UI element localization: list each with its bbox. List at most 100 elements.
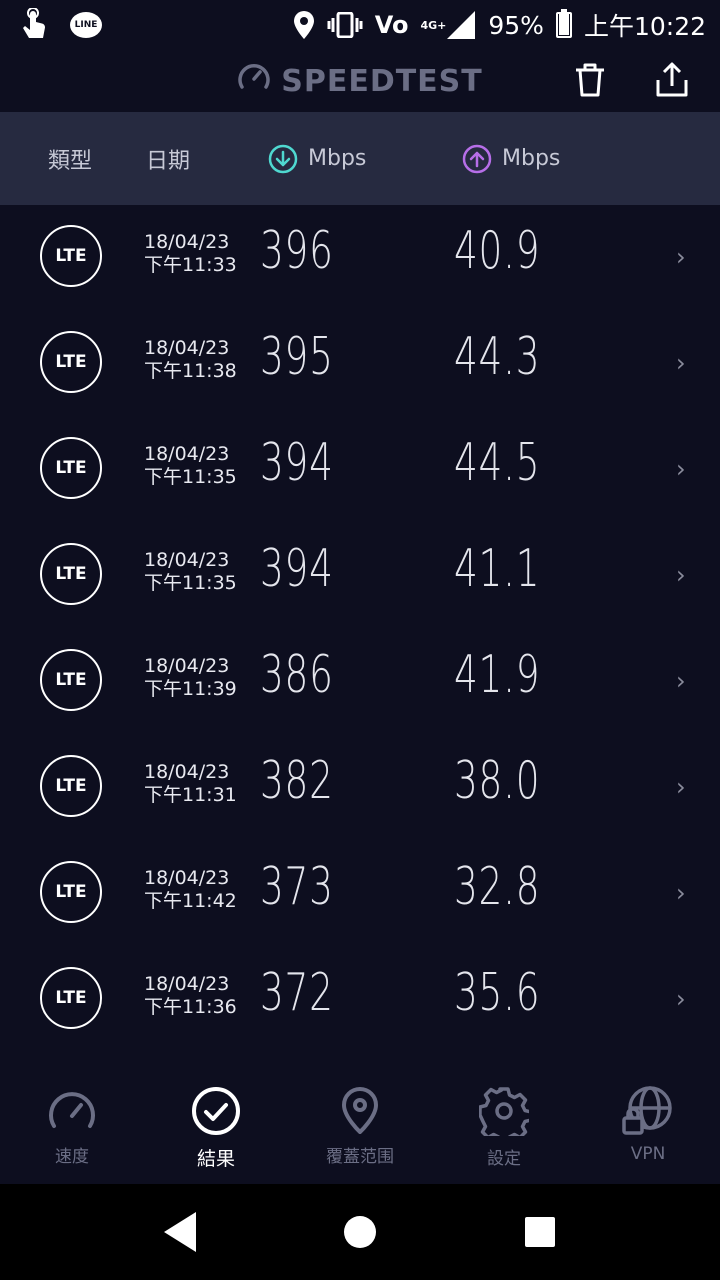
nav-coverage[interactable]: 覆蓋范围	[288, 1070, 432, 1184]
result-date: 18/04/23	[144, 655, 230, 677]
result-row[interactable]: LTE 18/04/23 下午11:31 382 38.0 ›	[0, 735, 720, 841]
chevron-right-icon: ›	[676, 455, 686, 483]
map-pin-icon	[341, 1086, 379, 1134]
battery-level	[558, 14, 569, 35]
result-datetime: 18/04/23 下午11:35	[144, 443, 237, 489]
result-datetime: 18/04/23 下午11:36	[144, 973, 237, 1019]
network-type: 4G+	[420, 18, 447, 32]
gear-icon	[479, 1087, 529, 1136]
upload-value: 32.8	[454, 857, 541, 917]
nav-vpn[interactable]: VPN	[576, 1070, 720, 1184]
chevron-right-icon: ›	[676, 561, 686, 589]
result-time: 下午11:42	[144, 890, 237, 912]
upload-value: 41.1	[454, 539, 541, 599]
vpn-globe-lock-icon	[622, 1086, 672, 1135]
result-time: 下午11:31	[144, 784, 237, 806]
home-circle-icon	[344, 1216, 376, 1248]
result-datetime: 18/04/23 下午11:38	[144, 337, 237, 383]
line-label: LINE	[70, 12, 102, 38]
result-date: 18/04/23	[144, 231, 230, 253]
recents-button[interactable]	[510, 1202, 570, 1262]
download-icon	[268, 144, 298, 173]
status-bar: LINE Vo 4G+ 95% 上午10:22	[0, 0, 720, 50]
download-value: 395	[260, 327, 334, 387]
result-date: 18/04/23	[144, 867, 230, 889]
column-type[interactable]: 類型	[48, 143, 92, 175]
clock: 上午10:22	[583, 12, 706, 41]
result-time: 下午11:36	[144, 996, 237, 1018]
app-header: SPEEDTEST	[0, 50, 720, 112]
bottom-navigation: 速度 結果 覆蓋范围 設定 VPN	[0, 1070, 720, 1184]
back-button[interactable]	[150, 1202, 210, 1262]
column-date-label: 日期	[146, 148, 191, 174]
chevron-right-icon: ›	[676, 985, 686, 1013]
result-time: 下午11:35	[144, 466, 237, 488]
home-button[interactable]	[330, 1202, 390, 1262]
vibrate-icon	[327, 12, 363, 38]
result-row[interactable]: LTE 18/04/23 下午11:42 373 32.8 ›	[0, 841, 720, 947]
chevron-right-icon: ›	[676, 667, 686, 695]
result-row[interactable]: LTE 18/04/23 下午11:39 386 41.9 ›	[0, 629, 720, 735]
back-triangle-icon	[164, 1212, 196, 1252]
results-list: LTE 18/04/23 下午11:33 396 40.9 › LTE 18/04…	[0, 205, 720, 1053]
nav-speed[interactable]: 速度	[0, 1070, 144, 1184]
result-row[interactable]: LTE 18/04/23 下午11:38 395 44.3 ›	[0, 311, 720, 417]
result-datetime: 18/04/23 下午11:42	[144, 867, 237, 913]
volte-indicator: Vo	[374, 11, 409, 39]
result-row[interactable]: LTE 18/04/23 下午11:36 372 35.6 ›	[0, 947, 720, 1053]
result-datetime: 18/04/23 下午11:35	[144, 549, 237, 595]
result-time: 下午11:39	[144, 678, 237, 700]
share-icon	[656, 62, 688, 97]
app-title: SPEEDTEST	[281, 63, 483, 99]
column-upload[interactable]: Mbps	[462, 144, 560, 174]
chevron-right-icon: ›	[676, 773, 686, 801]
upload-value: 44.3	[454, 327, 541, 387]
result-date: 18/04/23	[144, 549, 230, 571]
chevron-right-icon: ›	[676, 879, 686, 907]
result-datetime: 18/04/23 下午11:31	[144, 761, 237, 807]
result-date: 18/04/23	[144, 973, 230, 995]
gesture-hand-icon	[20, 8, 48, 42]
chevron-right-icon: ›	[676, 243, 686, 271]
nav-coverage-label: 覆蓋范围	[326, 1147, 394, 1167]
results-table-header: 類型 日期 Mbps Mbps	[0, 112, 720, 205]
share-button[interactable]	[654, 60, 690, 100]
speedometer-icon	[49, 1092, 95, 1128]
connection-type-badge: LTE	[40, 437, 102, 499]
connection-type-badge: LTE	[40, 649, 102, 711]
nav-results-label: 結果	[196, 1148, 235, 1170]
trash-icon	[576, 63, 604, 97]
result-date: 18/04/23	[144, 443, 230, 465]
battery-percent: 95%	[488, 10, 544, 40]
location-icon	[293, 11, 315, 39]
system-navigation-bar	[0, 1184, 720, 1280]
download-unit-label: Mbps	[308, 146, 367, 171]
download-value: 396	[260, 221, 334, 281]
result-row[interactable]: LTE 18/04/23 下午11:35 394 41.1 ›	[0, 523, 720, 629]
speedtest-logo-icon	[237, 60, 271, 102]
download-value: 382	[260, 751, 334, 811]
column-date[interactable]: 日期	[146, 143, 190, 175]
check-circle-icon	[192, 1087, 240, 1135]
download-value: 394	[260, 433, 334, 493]
upload-value: 35.6	[454, 963, 541, 1023]
delete-button[interactable]	[572, 60, 608, 100]
column-download[interactable]: Mbps	[268, 144, 366, 174]
connection-type-badge: LTE	[40, 543, 102, 605]
connection-type-badge: LTE	[40, 755, 102, 817]
nav-settings[interactable]: 設定	[432, 1070, 576, 1184]
result-date: 18/04/23	[144, 337, 230, 359]
result-row[interactable]: LTE 18/04/23 下午11:33 396 40.9 ›	[0, 205, 720, 311]
connection-type-badge: LTE	[40, 967, 102, 1029]
download-value: 386	[260, 645, 334, 705]
recents-square-icon	[525, 1217, 555, 1247]
nav-results[interactable]: 結果	[144, 1070, 288, 1184]
brand: SPEEDTEST	[237, 60, 483, 102]
connection-type-badge: LTE	[40, 331, 102, 393]
upload-value: 44.5	[454, 433, 541, 493]
result-row[interactable]: LTE 18/04/23 下午11:35 394 44.5 ›	[0, 417, 720, 523]
upload-value: 38.0	[454, 751, 541, 811]
upload-value: 41.9	[454, 645, 541, 705]
download-value: 394	[260, 539, 334, 599]
connection-type-badge: LTE	[40, 225, 102, 287]
